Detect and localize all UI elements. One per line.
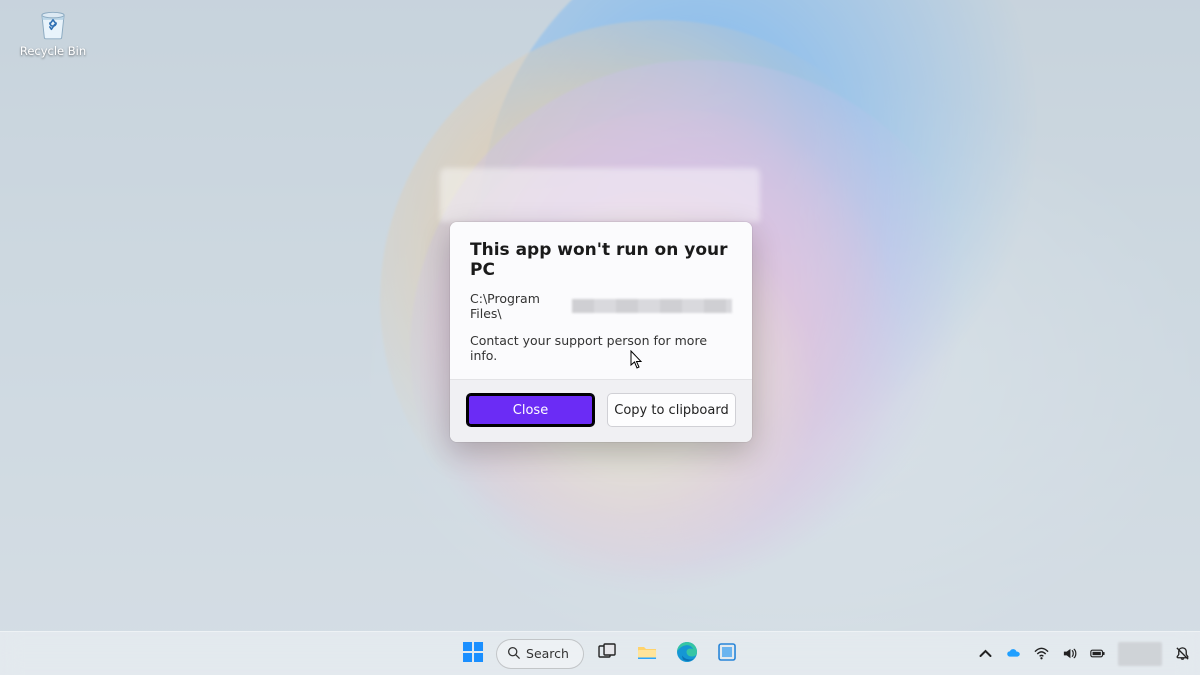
blurred-window-behind-dialog [440, 168, 760, 222]
dialog-message: Contact your support person for more inf… [470, 333, 732, 363]
system-tray [978, 642, 1190, 666]
app-icon [717, 642, 737, 666]
mouse-cursor-icon [630, 350, 644, 370]
close-button[interactable]: Close [466, 393, 595, 427]
search-icon [507, 646, 520, 662]
taskbar-search-label: Search [526, 646, 569, 661]
edge-icon [676, 641, 698, 667]
windows-logo-icon [462, 641, 484, 667]
copy-to-clipboard-button[interactable]: Copy to clipboard [607, 393, 736, 427]
taskbar-center: Search [456, 637, 744, 671]
app-compat-dialog: This app won't run on your PC C:\Program… [450, 222, 752, 442]
desktop-icon-recycle-bin[interactable]: Recycle Bin [16, 4, 90, 58]
dialog-path-redacted [572, 299, 732, 313]
file-explorer-icon [636, 641, 658, 667]
task-view-button[interactable] [590, 637, 624, 671]
battery-icon[interactable] [1090, 646, 1105, 661]
dialog-button-row: Close Copy to clipboard [450, 379, 752, 442]
dialog-title: This app won't run on your PC [470, 240, 732, 280]
dialog-path-text: C:\Program Files\ [470, 291, 568, 321]
taskbar-app-button[interactable] [710, 637, 744, 671]
file-explorer-button[interactable] [630, 637, 664, 671]
dialog-path: C:\Program Files\ [470, 291, 732, 321]
wifi-icon[interactable] [1034, 646, 1049, 661]
taskbar-search[interactable]: Search [496, 639, 584, 669]
desktop[interactable]: Recycle Bin This app won't run on your P… [0, 0, 1200, 675]
tray-clock-redacted [1118, 642, 1162, 666]
desktop-icon-label: Recycle Bin [16, 44, 90, 58]
notifications-button[interactable] [1175, 646, 1190, 661]
task-view-icon [598, 643, 616, 665]
recycle-bin-icon [16, 4, 90, 42]
taskbar: Search [0, 631, 1200, 675]
start-button[interactable] [456, 637, 490, 671]
onedrive-icon[interactable] [1006, 646, 1021, 661]
volume-icon[interactable] [1062, 646, 1077, 661]
tray-overflow-button[interactable] [978, 646, 993, 661]
edge-button[interactable] [670, 637, 704, 671]
